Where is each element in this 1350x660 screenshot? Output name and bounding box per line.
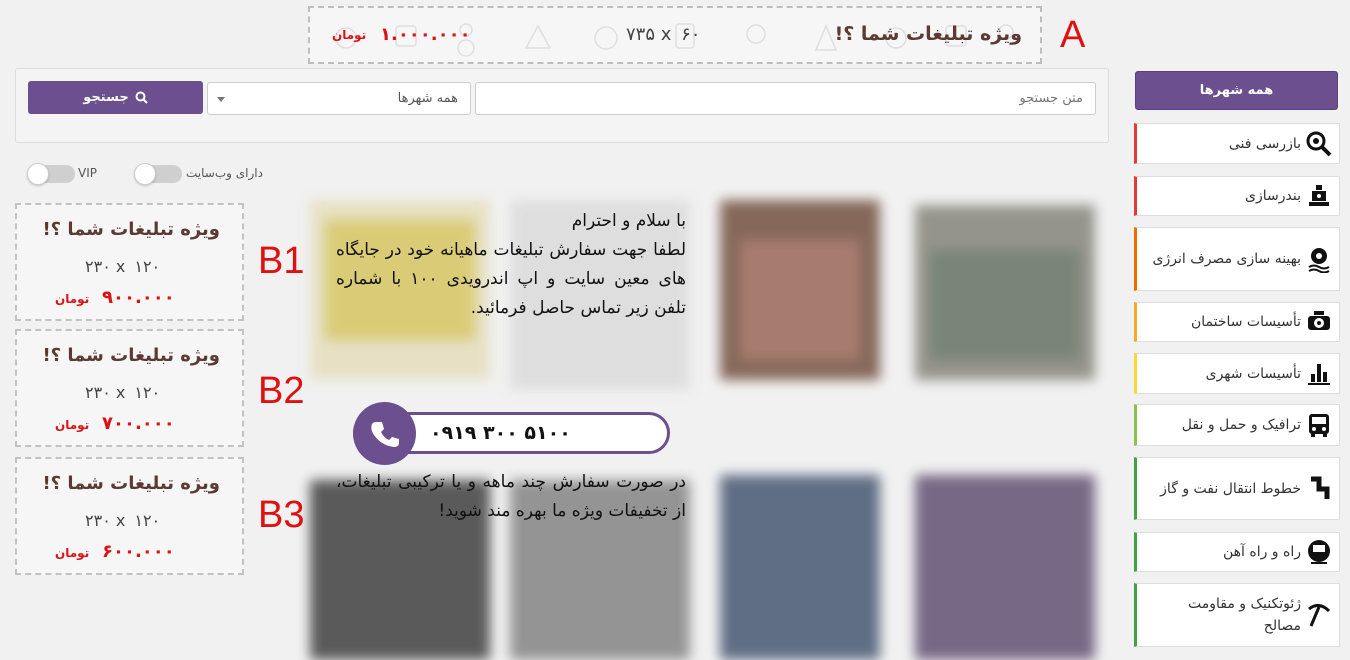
ad-title: ویژه تبلیغات شما ؟! [42, 345, 220, 366]
sidebar-item-urban-installations[interactable]: تأسیسات شهری [1134, 353, 1340, 394]
sidebar-item-road-railway[interactable]: راه و راه آهن [1134, 532, 1340, 572]
chevron-down-icon [217, 97, 225, 102]
energy-gear-icon [1308, 248, 1330, 273]
side-ad-b3[interactable]: ویژه تبلیغات شما ؟! ۲۳۰ x ۱۲۰ ۶۰۰.۰۰۰ تو… [15, 457, 244, 575]
sidebar-item-label: خطوط انتقال نفت و گاز [1160, 480, 1301, 497]
ad-price-unit: تومان [55, 546, 90, 560]
search-button[interactable]: جستجو [28, 81, 203, 114]
ad-title: ویژه تبلیغات شما ؟! [42, 219, 220, 240]
toggle-knob [134, 163, 156, 185]
sidebar-item-label: تأسیسات شهری [1205, 365, 1301, 382]
search-input[interactable] [475, 82, 1096, 115]
marker-b2: B2 [258, 370, 305, 412]
sidebar-item-label: بهینه سازی مصرف انرژی [1152, 251, 1301, 267]
vip-toggle-label: VIP [78, 166, 97, 180]
vip-toggle[interactable] [27, 163, 75, 185]
side-ad-b2[interactable]: ویژه تبلیغات شما ؟! ۲۳۰ x ۱۲۰ ۷۰۰.۰۰۰ تو… [15, 329, 244, 447]
message-greeting: با سلام و احترام [571, 211, 686, 231]
marker-a: A [1060, 14, 1086, 56]
top-banner-ad[interactable]: ویژه تبلیغات شما ؟! ۷۳۵ x ۶۰ ۱.۰۰۰.۰۰۰ ت… [308, 6, 1042, 64]
message-body: لطفا جهت سفارش تبلیغات ماهیانه خود در جا… [336, 240, 686, 318]
banner-price-unit: تومان [332, 28, 367, 42]
sidebar-item-port-construction[interactable]: بندرسازی [1134, 176, 1340, 216]
ad-price: ۹۰۰.۰۰۰ [102, 287, 175, 308]
sidebar-item-label: ترافیک و حمل و نقل [1181, 417, 1301, 433]
search-icon [135, 91, 148, 104]
phone-icon [353, 402, 416, 465]
sidebar-item-label: تأسیسات ساختمان [1190, 314, 1301, 330]
marker-b3: B3 [258, 494, 305, 536]
sidebar-item-geotechnics[interactable]: ژئوتکنیک و مقاومت مصالح [1134, 583, 1340, 647]
side-ad-b1[interactable]: ویژه تبلیغات شما ؟! ۲۳۰ x ۱۲۰ ۹۰۰.۰۰۰ تو… [15, 203, 244, 321]
ad-price: ۶۰۰.۰۰۰ [102, 541, 175, 562]
anchor-icon [1309, 185, 1329, 206]
ad-dimensions: ۲۳۰ x ۱۲۰ [85, 511, 161, 530]
message-footer: در صورت سفارش چند ماهه و یا ترکیبی تبلیغ… [336, 472, 686, 521]
sidebar-item-oil-gas-pipelines[interactable]: خطوط انتقال نفت و گاز [1134, 457, 1340, 520]
banner-dimensions: ۷۳۵ x ۶۰ [626, 24, 701, 45]
sidebar-item-energy-optimization[interactable]: بهینه سازی مصرف انرژی [1134, 227, 1340, 291]
sidebar-item-label: بازرسی فنی [1228, 135, 1301, 152]
ad-price-unit: تومان [55, 292, 90, 306]
city-tower-icon [1308, 363, 1330, 385]
sidebar-item-label: راه و راه آهن [1222, 544, 1301, 560]
sidebar-item-label: بندرسازی [1245, 188, 1301, 204]
pickaxe-icon [1308, 604, 1331, 627]
all-cities-button[interactable]: همه شهرها [1135, 71, 1338, 110]
ad-price-unit: تومان [55, 418, 90, 432]
ad-title: ویژه تبلیغات شما ؟! [42, 473, 220, 494]
sidebar-item-building-installations[interactable]: تأسیسات ساختمان [1134, 302, 1340, 342]
pipeline-icon [1311, 476, 1330, 499]
pump-icon [1308, 311, 1330, 330]
phone-number: ۰۹۱۹ ۳۰۰ ۵۱۰۰ [430, 422, 571, 444]
ad-price: ۷۰۰.۰۰۰ [102, 413, 175, 434]
banner-title: ویژه تبلیغات شما ؟! [834, 23, 1022, 45]
banner-price: ۱.۰۰۰.۰۰۰ [380, 24, 471, 45]
search-button-label: جستجو [83, 90, 129, 105]
website-toggle[interactable] [134, 163, 182, 185]
marker-b1: B1 [258, 240, 305, 282]
city-select-value: همه شهرها [397, 91, 458, 106]
city-select[interactable]: همه شهرها [207, 82, 471, 115]
website-toggle-label: دارای وب‌سایت [186, 166, 263, 180]
ad-dimensions: ۲۳۰ x ۱۲۰ [85, 257, 161, 276]
sidebar-item-technical-inspection[interactable]: بازرسی فنی [1134, 123, 1340, 164]
bus-icon [1309, 414, 1329, 437]
ad-dimensions: ۲۳۰ x ۱۲۰ [85, 383, 161, 402]
sidebar-item-traffic-transport[interactable]: ترافیک و حمل و نقل [1134, 404, 1340, 446]
sidebar-item-label: ژئوتکنیک و مقاومت مصالح [1187, 596, 1301, 634]
magnifier-gear-icon [1306, 131, 1332, 156]
toggle-knob [27, 163, 49, 185]
train-icon [1308, 540, 1330, 564]
